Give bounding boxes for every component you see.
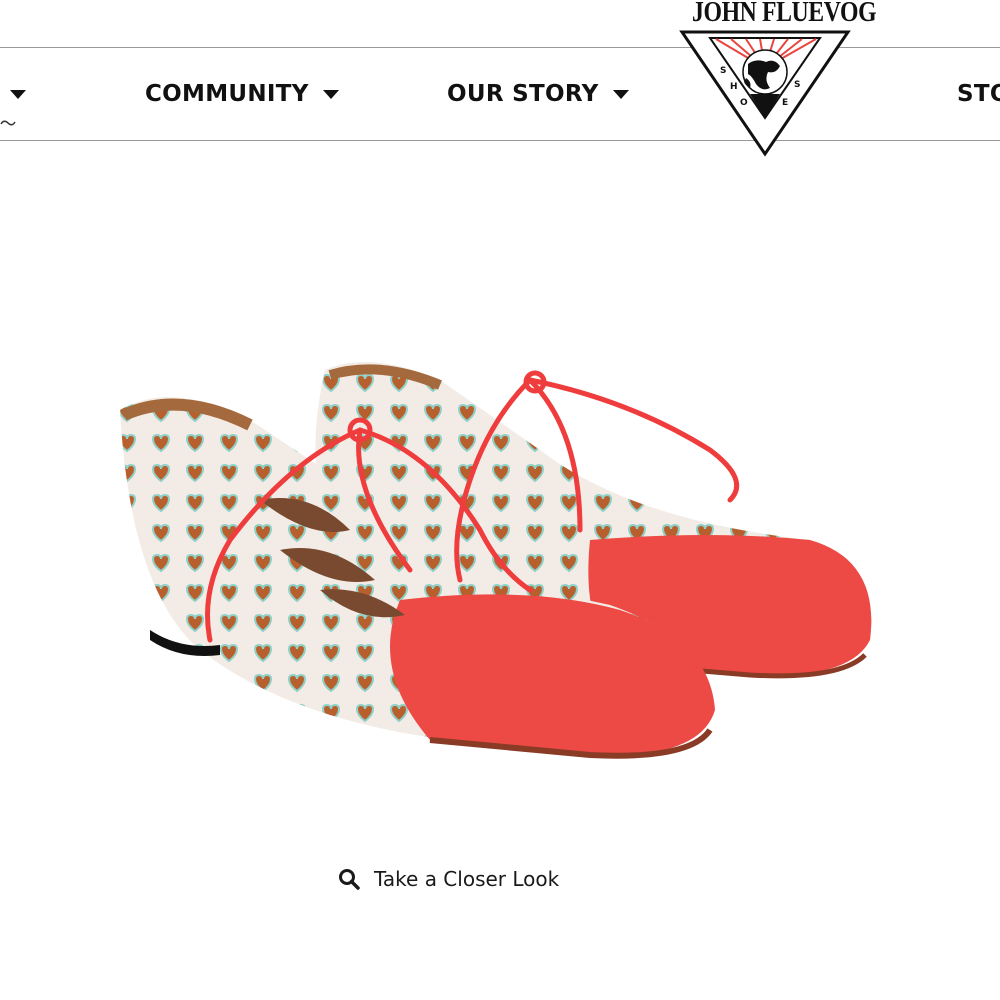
caret-down-icon (10, 89, 26, 99)
logo-letter: S (720, 66, 727, 76)
nav-item-label: STO (957, 81, 1000, 107)
nav-item-community[interactable]: COMMUNITY (145, 48, 339, 140)
logo-letter: H (730, 82, 738, 92)
fluevog-logo[interactable]: JOHN FLUEVOG S H O E S (676, 0, 877, 160)
closer-look-label: Take a Closer Look (374, 867, 560, 891)
nav-item-partial-right[interactable]: STO (957, 48, 1000, 140)
caret-down-icon (322, 89, 339, 99)
nav-item-our-story[interactable]: OUR STORY (447, 48, 629, 140)
logo-letter: S (794, 80, 801, 90)
logo-letter: O (740, 98, 748, 108)
logo-wordmark: JOHN FLUEVOG (692, 0, 877, 28)
nav-item-label: OUR STORY (447, 81, 599, 107)
closer-look-button[interactable]: Take a Closer Look (338, 862, 559, 896)
red-lace-up-shoes-image[interactable] (110, 340, 890, 780)
decorative-squiggle-icon (0, 120, 16, 126)
logo-triangle-icon (679, 30, 851, 157)
nav-item-label: COMMUNITY (145, 81, 309, 107)
logo-letter: E (782, 98, 789, 108)
search-icon (339, 869, 360, 890)
caret-down-icon (612, 89, 629, 99)
